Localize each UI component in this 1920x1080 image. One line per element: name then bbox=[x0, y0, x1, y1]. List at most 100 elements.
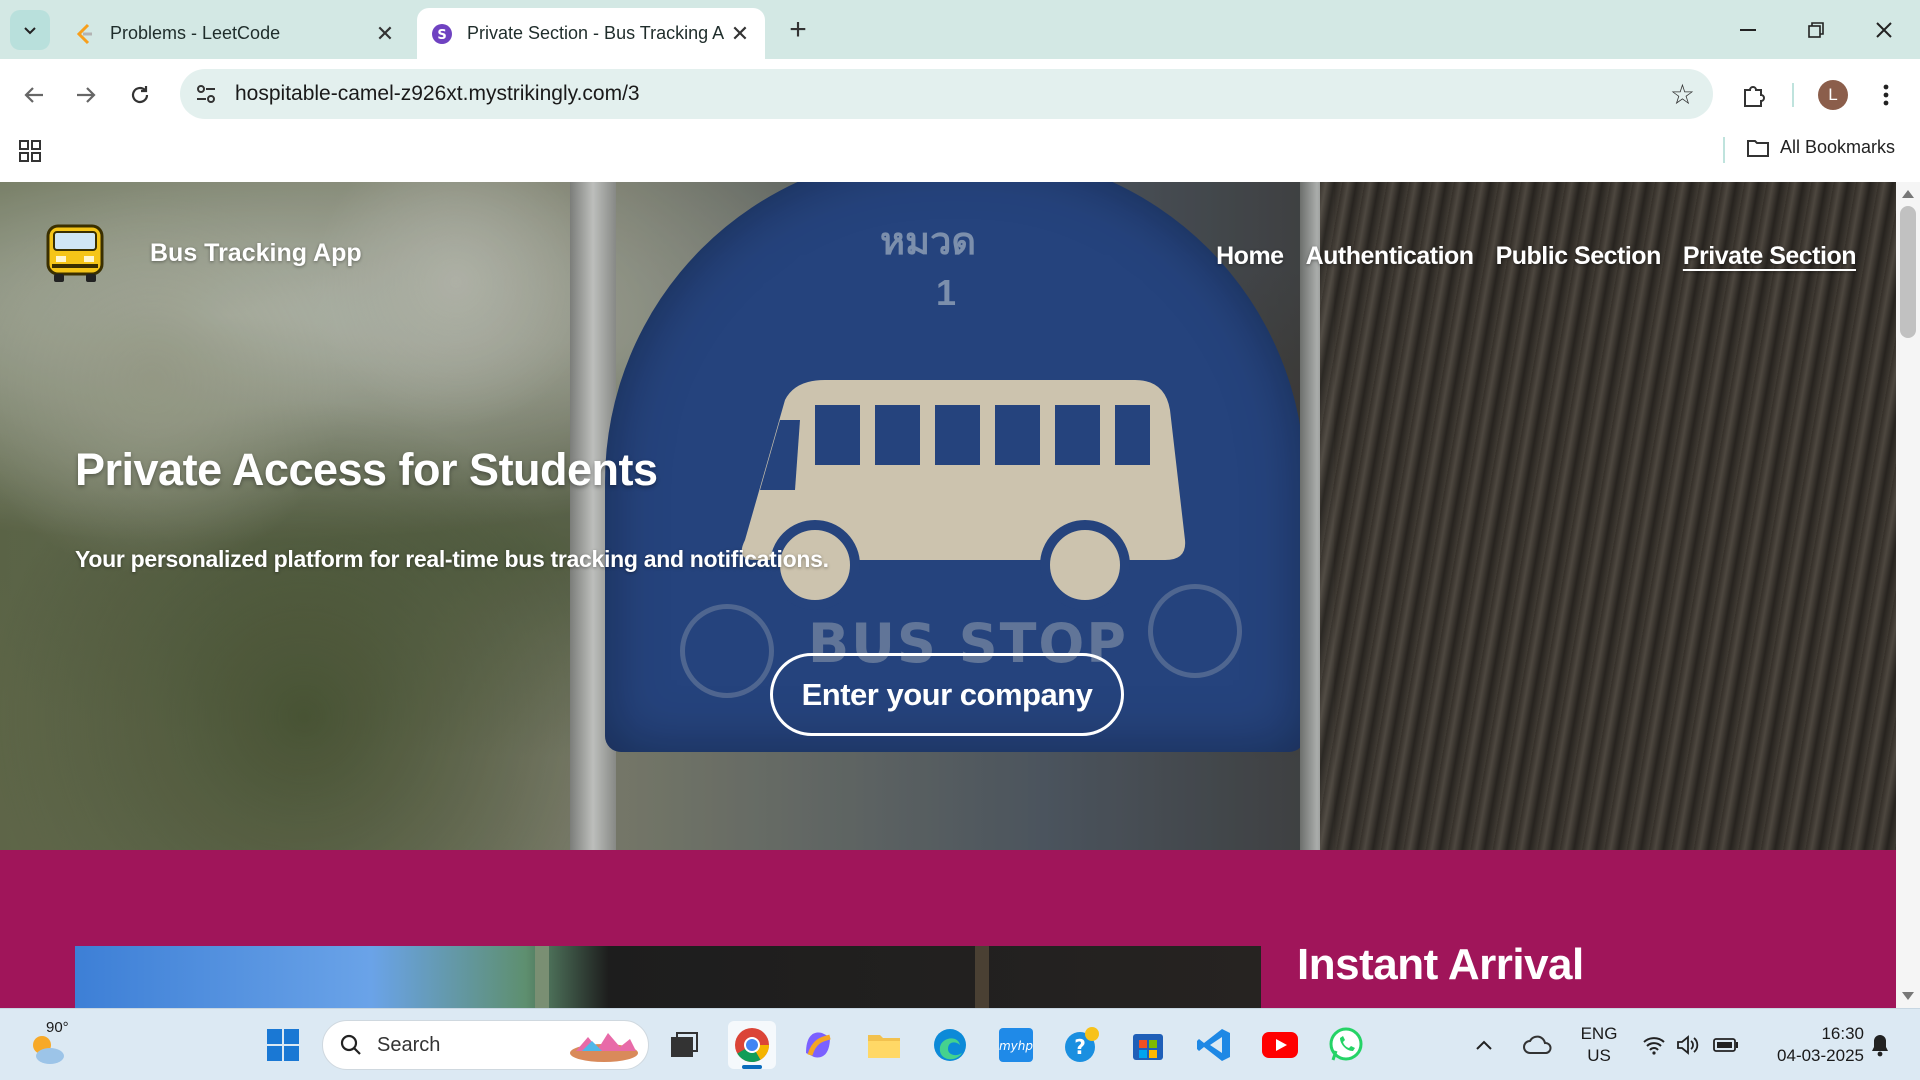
chevron-up-icon bbox=[1476, 1040, 1492, 1050]
menu-button[interactable] bbox=[1864, 73, 1908, 117]
page-viewport: หมวด 1 BUS STOP Bus Tracking App Home Au… bbox=[0, 182, 1896, 1008]
taskbar-file-explorer[interactable] bbox=[860, 1021, 908, 1069]
language-code: ENG bbox=[1580, 1024, 1618, 1043]
taskbar-task-view[interactable] bbox=[660, 1021, 708, 1069]
taskbar-search[interactable]: Search bbox=[322, 1020, 649, 1070]
taskbar-youtube[interactable] bbox=[1256, 1021, 1304, 1069]
taskbar-vscode[interactable] bbox=[1190, 1021, 1238, 1069]
apps-grid-icon[interactable] bbox=[18, 139, 42, 163]
bookmark-star-icon[interactable]: ☆ bbox=[1670, 78, 1695, 111]
profile-button[interactable]: L bbox=[1811, 73, 1855, 117]
school-bus-logo-icon[interactable] bbox=[42, 220, 108, 286]
toolbar-divider bbox=[1792, 83, 1794, 107]
nav-authentication[interactable]: Authentication bbox=[1306, 242, 1475, 271]
taskbar-myhp[interactable]: myhp bbox=[992, 1021, 1040, 1069]
image-detail bbox=[975, 946, 989, 1008]
leetcode-icon bbox=[74, 23, 96, 45]
onedrive-button[interactable] bbox=[1518, 1021, 1558, 1069]
folder-icon bbox=[868, 1035, 900, 1058]
svg-text:myhp: myhp bbox=[999, 1039, 1033, 1053]
windows-logo-icon bbox=[267, 1029, 299, 1061]
arrow-left-icon bbox=[24, 87, 43, 103]
wifi-button[interactable] bbox=[1638, 1021, 1670, 1069]
close-window-button[interactable] bbox=[1850, 8, 1918, 52]
search-highlight-art-icon bbox=[570, 1033, 638, 1062]
notifications-button[interactable] bbox=[1862, 1021, 1898, 1069]
windows-taskbar: 90° Search myhp ? ENG US 16:30 04-03-202… bbox=[0, 1008, 1920, 1080]
instant-arrival-section: Instant Arrival bbox=[0, 850, 1896, 1008]
minimize-button[interactable] bbox=[1714, 8, 1782, 52]
restore-icon bbox=[1808, 22, 1824, 38]
section-image bbox=[75, 946, 1261, 1008]
speaker-icon bbox=[1677, 1035, 1699, 1055]
forward-button[interactable] bbox=[64, 73, 108, 117]
close-icon[interactable]: ✕ bbox=[729, 21, 751, 47]
show-hidden-icons-button[interactable] bbox=[1466, 1021, 1502, 1069]
tab-search-button[interactable] bbox=[10, 10, 50, 50]
svg-text:S: S bbox=[437, 28, 446, 43]
taskbar-copilot[interactable] bbox=[794, 1021, 842, 1069]
taskbar-whatsapp[interactable] bbox=[1322, 1021, 1370, 1069]
url-text: hospitable-camel-z926xt.mystrikingly.com… bbox=[235, 82, 640, 105]
weather-widget[interactable]: 90° bbox=[28, 1019, 72, 1067]
tab-leetcode[interactable]: Problems - LeetCode ✕ bbox=[60, 8, 410, 59]
tab-title: Private Section - Bus Tracking A bbox=[467, 23, 725, 43]
battery-button[interactable] bbox=[1708, 1021, 1744, 1069]
chevron-down-icon bbox=[24, 27, 36, 35]
all-bookmarks-label: All Bookmarks bbox=[1780, 137, 1896, 157]
wifi-icon bbox=[1643, 1037, 1665, 1055]
site-info-icon[interactable] bbox=[194, 82, 218, 106]
site-brand[interactable]: Bus Tracking App bbox=[150, 239, 362, 268]
region-code: US bbox=[1587, 1046, 1611, 1065]
enter-company-button[interactable]: Enter your company bbox=[770, 653, 1124, 736]
nav-private-section[interactable]: Private Section bbox=[1683, 242, 1857, 271]
clock-date: 04-03-2025 bbox=[1777, 1046, 1864, 1065]
taskbar-store[interactable] bbox=[1124, 1021, 1172, 1069]
reload-button[interactable] bbox=[118, 73, 162, 117]
page-scrollbar[interactable] bbox=[1896, 182, 1920, 1008]
start-button[interactable] bbox=[259, 1021, 307, 1069]
close-icon bbox=[1876, 22, 1892, 38]
bell-icon bbox=[1872, 1035, 1888, 1057]
hero-subtitle: Your personalized platform for real-time… bbox=[75, 546, 829, 572]
volume-button[interactable] bbox=[1672, 1021, 1704, 1069]
search-icon bbox=[340, 1034, 361, 1055]
all-bookmarks-button[interactable]: All Bookmarks bbox=[1746, 137, 1895, 158]
hero-section: หมวด 1 BUS STOP Bus Tracking App Home Au… bbox=[0, 182, 1896, 850]
nav-home[interactable]: Home bbox=[1216, 242, 1284, 271]
browser-toolbar: hospitable-camel-z926xt.mystrikingly.com… bbox=[0, 59, 1920, 131]
folder-icon bbox=[1747, 139, 1769, 157]
tab-title: Problems - LeetCode bbox=[110, 23, 281, 43]
search-placeholder: Search bbox=[377, 1034, 441, 1056]
puzzle-icon bbox=[1744, 86, 1765, 107]
avatar: L bbox=[1818, 80, 1848, 110]
bookmarks-divider bbox=[1723, 137, 1725, 163]
vscode-icon bbox=[1197, 1029, 1230, 1061]
close-icon[interactable]: ✕ bbox=[374, 21, 396, 47]
task-view-icon bbox=[671, 1032, 698, 1057]
extensions-button[interactable] bbox=[1732, 73, 1776, 117]
taskbar-edge[interactable] bbox=[926, 1021, 974, 1069]
tab-strip: Problems - LeetCode ✕ S Private Section … bbox=[0, 0, 1920, 59]
scroll-up-arrow-icon[interactable] bbox=[1902, 190, 1914, 198]
restore-button[interactable] bbox=[1782, 8, 1850, 52]
scroll-down-arrow-icon[interactable] bbox=[1902, 992, 1914, 1000]
taskbar-get-help[interactable]: ? bbox=[1058, 1021, 1106, 1069]
cloud-icon bbox=[1523, 1035, 1552, 1054]
kebab-menu-icon bbox=[1883, 84, 1889, 106]
tab-private-section[interactable]: S Private Section - Bus Tracking A ✕ bbox=[417, 8, 765, 59]
address-bar[interactable]: hospitable-camel-z926xt.mystrikingly.com… bbox=[180, 69, 1713, 119]
taskbar-chrome[interactable] bbox=[728, 1021, 776, 1069]
language-indicator[interactable]: ENG US bbox=[1574, 1023, 1624, 1067]
whatsapp-icon bbox=[1329, 1027, 1363, 1061]
new-tab-button[interactable]: + bbox=[780, 12, 816, 48]
hero-title: Private Access for Students bbox=[75, 444, 658, 495]
strikingly-icon: S bbox=[431, 23, 453, 45]
clock[interactable]: 16:30 04-03-2025 bbox=[1756, 1023, 1864, 1067]
nav-public-section[interactable]: Public Section bbox=[1496, 242, 1662, 271]
back-button[interactable] bbox=[12, 73, 56, 117]
scrollbar-thumb[interactable] bbox=[1900, 206, 1916, 338]
section-title: Instant Arrival bbox=[1297, 940, 1584, 989]
arrow-right-icon bbox=[77, 87, 96, 103]
weather-temp: 90° bbox=[46, 1019, 69, 1036]
